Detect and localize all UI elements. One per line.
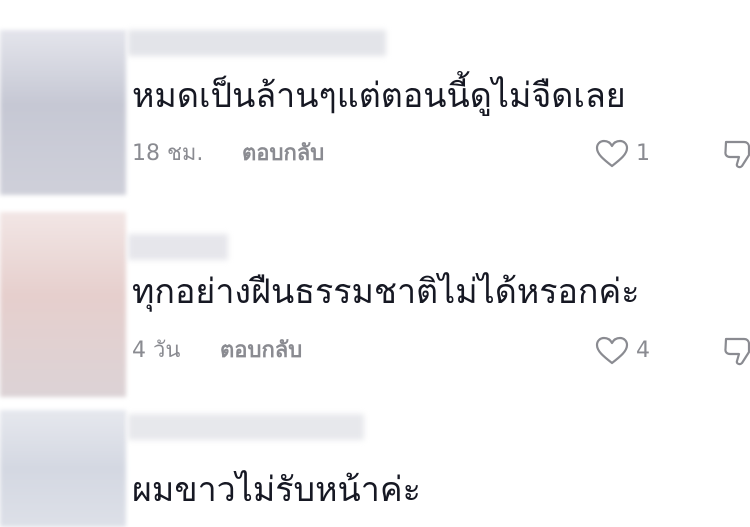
- comment-meta: 4 วัน ตอบกลับ 4: [132, 335, 750, 367]
- like-count: 1: [636, 141, 650, 166]
- dislike-button[interactable]: [722, 138, 750, 170]
- comment-item: ทุกอย่างฝืนธรรมชาติไม่ได้หรอกค่ะ 4 วัน ต…: [0, 200, 750, 400]
- reply-button[interactable]: ตอบกลับ: [220, 335, 302, 367]
- username[interactable]: [128, 414, 364, 440]
- like-button[interactable]: 1: [594, 138, 664, 170]
- dislike-button[interactable]: [722, 335, 750, 367]
- avatar[interactable]: [0, 212, 126, 397]
- reply-button[interactable]: ตอบกลับ: [242, 138, 324, 170]
- comment-time: 4 วัน: [132, 338, 181, 363]
- comment-text: ผมขาวไม่รับหน้าค่ะ: [132, 470, 421, 510]
- avatar[interactable]: [0, 410, 126, 527]
- username[interactable]: [128, 234, 228, 260]
- like-button[interactable]: 4: [594, 335, 664, 367]
- avatar[interactable]: [0, 30, 126, 195]
- comment-text: หมดเป็นล้านๆแต่ตอนนี้ดูไม่จืดเลย: [132, 76, 626, 116]
- comment-item: ผมขาวไม่รับหน้าค่ะ: [0, 400, 750, 527]
- comment-text: ทุกอย่างฝืนธรรมชาติไม่ได้หรอกค่ะ: [132, 272, 640, 312]
- heart-outline-icon: [595, 336, 629, 365]
- like-count: 4: [636, 338, 650, 363]
- comment-item: หมดเป็นล้านๆแต่ตอนนี้ดูไม่จืดเลย 18 ชม. …: [0, 0, 750, 200]
- comment-time: 18 ชม.: [132, 141, 204, 166]
- heart-outline-icon: [595, 139, 629, 168]
- username[interactable]: [128, 30, 386, 56]
- comment-meta: 18 ชม. ตอบกลับ 1: [132, 138, 750, 170]
- thumbs-down-icon: [724, 140, 750, 169]
- thumbs-down-icon: [724, 337, 750, 366]
